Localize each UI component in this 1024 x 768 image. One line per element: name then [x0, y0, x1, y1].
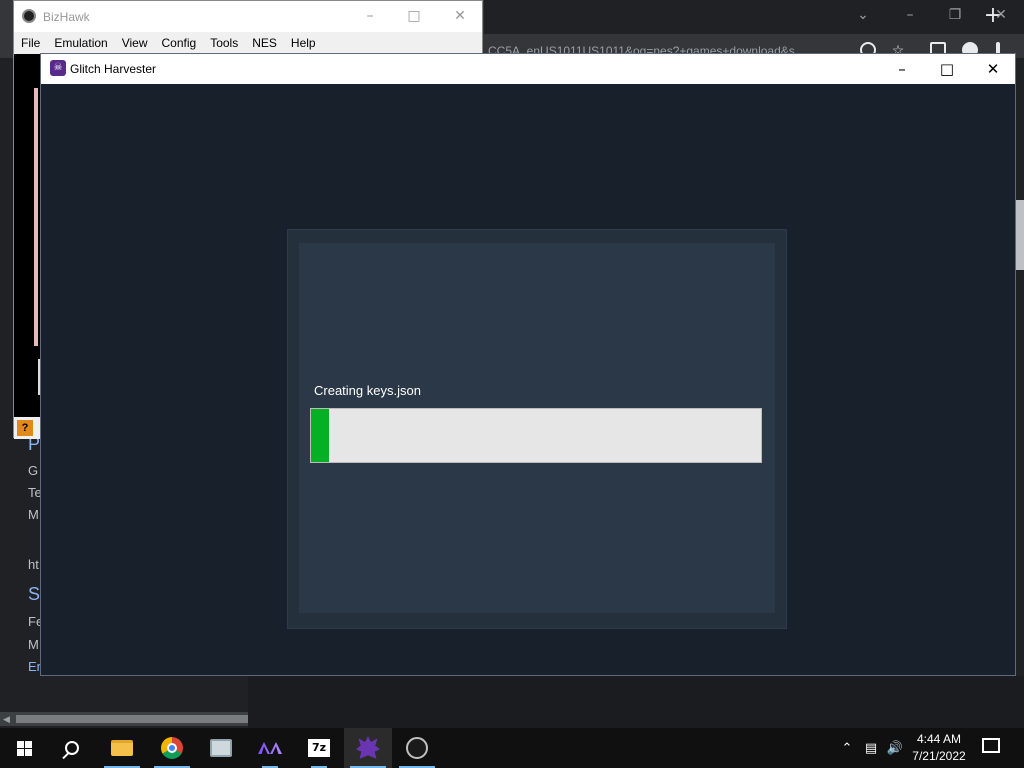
maximize-icon[interactable]: □ [391, 1, 437, 32]
close-icon[interactable]: ✕ [437, 1, 483, 32]
bizhawk-titlebar[interactable]: BizHawk – □ ✕ [14, 1, 482, 32]
bizhawk-icon [406, 737, 428, 759]
menu-file[interactable]: File [14, 32, 47, 54]
window-title: BizHawk [43, 10, 90, 24]
windows-logo-icon [16, 740, 32, 756]
start-button[interactable] [0, 728, 48, 768]
show-hidden-icons-chevron-icon[interactable]: ⌃ [836, 728, 858, 768]
network-icon[interactable]: ▤ [860, 728, 882, 768]
photos-icon [210, 739, 232, 757]
loading-panel: Creating keys.json [287, 229, 787, 629]
game-graphic-fragment [34, 88, 38, 346]
menu-tools[interactable]: Tools [203, 32, 245, 54]
taskbar-file-explorer[interactable] [98, 728, 146, 768]
minimize-icon[interactable]: – [895, 4, 925, 26]
vertical-scrollbar-thumb[interactable] [1016, 200, 1024, 270]
menu-view[interactable]: View [115, 32, 155, 54]
page-text-fragment: M [28, 637, 39, 652]
clock-date: 7/21/2022 [912, 749, 966, 763]
7zip-icon: 7z [308, 739, 330, 757]
scroll-left-arrow-icon[interactable]: ◀ [3, 714, 10, 725]
page-text-fragment: ht [28, 557, 39, 572]
progress-status-text: Creating keys.json [314, 383, 421, 398]
glitch-harvester-icon [356, 736, 380, 759]
restore-icon[interactable]: ❐ [940, 4, 970, 26]
loading-panel-inner: Creating keys.json [299, 243, 775, 613]
scrollbar-thumb[interactable] [16, 715, 248, 723]
taskbar: 7z ⌃ ▤ 🔊 4:44 AM 7/21/2022 [0, 728, 1024, 768]
horizontal-scrollbar[interactable]: ◀ [0, 712, 248, 726]
glitch-harvester-body: Creating keys.json [41, 84, 1015, 675]
notification-center-icon[interactable] [982, 738, 1000, 753]
menu-emulation[interactable]: Emulation [47, 32, 114, 54]
page-footer-area [248, 676, 1024, 728]
clock-time: 4:44 AM [916, 732, 962, 746]
bizhawk-statusbar: ? [14, 417, 41, 439]
glitch-harvester-app-icon: ☠ [50, 60, 66, 76]
taskbar-glitch-harvester[interactable] [344, 728, 392, 768]
glitch-harvester-titlebar[interactable]: ☠ Glitch Harvester – □ ✕ [41, 54, 1015, 84]
tab-search-chevron-icon[interactable]: ⌄ [848, 4, 878, 26]
minimize-icon[interactable]: – [347, 1, 393, 32]
bizhawk-menubar: File Emulation View Config Tools NES Hel… [14, 32, 482, 54]
search-icon [65, 741, 79, 755]
taskbar-photos[interactable] [197, 728, 245, 768]
window-title: Glitch Harvester [70, 62, 157, 76]
taskbar-7zip[interactable]: 7z [295, 728, 343, 768]
taskbar-chrome[interactable] [148, 728, 196, 768]
page-text-fragment: G [28, 463, 39, 478]
taskbar-clock[interactable]: 4:44 AM 7/21/2022 [902, 731, 976, 765]
chrome-icon [161, 737, 183, 759]
glitch-harvester-window: ☠ Glitch Harvester – □ ✕ Creating keys.j… [40, 53, 1016, 676]
taskbar-vs-code[interactable] [246, 728, 294, 768]
close-icon[interactable]: ✕ [986, 4, 1016, 26]
menu-nes[interactable]: NES [245, 32, 284, 54]
taskbar-bizhawk[interactable] [393, 728, 441, 768]
search-button[interactable] [48, 728, 96, 768]
menu-help[interactable]: Help [284, 32, 323, 54]
progress-bar [310, 408, 762, 463]
bizhawk-app-icon [22, 9, 36, 23]
menu-config[interactable]: Config [155, 32, 204, 54]
vscode-icon [258, 742, 282, 754]
help-icon[interactable]: ? [17, 420, 33, 436]
progress-bar-fill [311, 409, 329, 462]
minimize-icon[interactable]: – [879, 54, 925, 84]
folder-icon [111, 740, 133, 756]
page-heading-fragment[interactable]: S [28, 584, 40, 605]
close-icon[interactable]: ✕ [970, 54, 1016, 84]
page-text-fragment: M [28, 507, 39, 522]
maximize-icon[interactable]: □ [924, 54, 970, 84]
chrome-tabstrip: + ⌄ – ❐ ✕ [484, 0, 1024, 34]
